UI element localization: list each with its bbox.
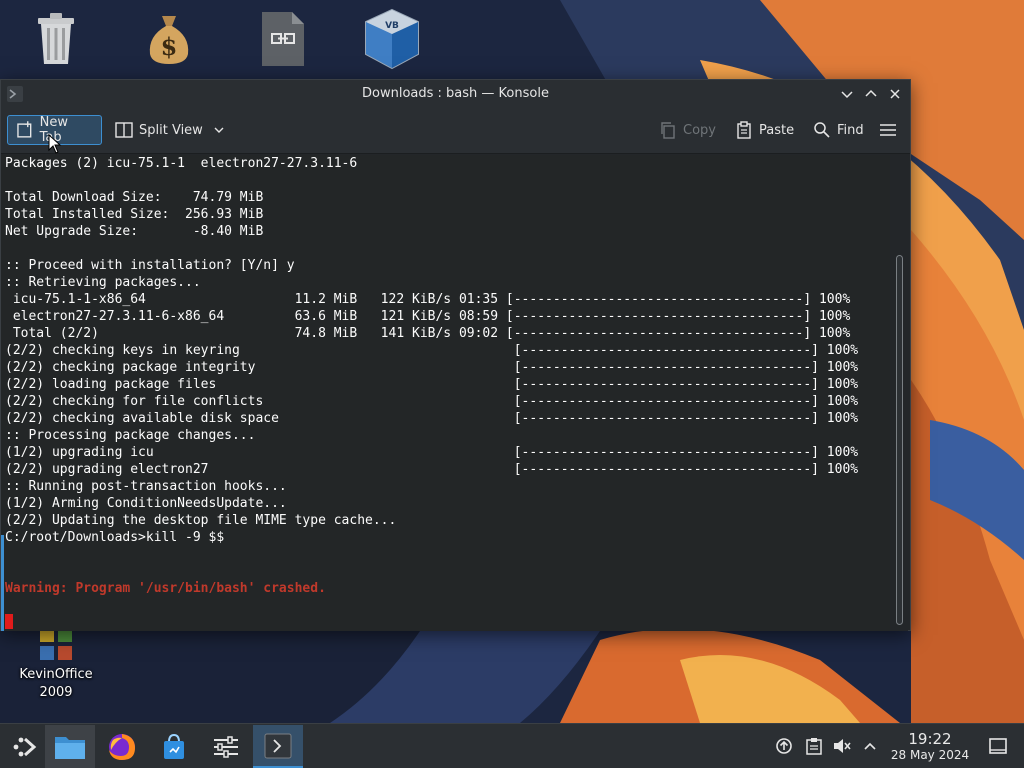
taskbar: 19:22 28 May 2024 bbox=[0, 723, 1024, 768]
tray-expand-button[interactable] bbox=[860, 736, 880, 756]
terminal-line: (2/2) Updating the desktop file MIME typ… bbox=[5, 513, 397, 528]
clipboard-icon bbox=[806, 738, 822, 755]
svg-text:VB: VB bbox=[385, 21, 399, 31]
terminal-line: Total Download Size: 74.79 MiB bbox=[5, 190, 264, 205]
terminal-line: electron27-27.3.11-6-x86_64 63.6 MiB 121… bbox=[5, 309, 851, 324]
tray-update-notifier[interactable] bbox=[774, 736, 794, 756]
terminal-line: (2/2) checking keys in keyring [--------… bbox=[5, 343, 859, 358]
terminal-cursor bbox=[5, 614, 13, 629]
konsole-window[interactable]: Downloads : bash — Konsole New Tab bbox=[0, 79, 911, 631]
terminal-line: (2/2) checking available disk space [---… bbox=[5, 411, 859, 426]
terminal-line: :: Processing package changes... bbox=[5, 428, 256, 443]
taskbar-konsole[interactable] bbox=[253, 725, 303, 768]
digital-clock[interactable]: 19:22 28 May 2024 bbox=[884, 730, 976, 763]
terminal-line: C:/root/Downloads>kill -9 $$ bbox=[5, 530, 225, 545]
terminal-line: icu-75.1-1-x86_64 11.2 MiB 122 KiB/s 01:… bbox=[5, 292, 851, 307]
terminal-scrollbar[interactable] bbox=[890, 155, 908, 631]
copy-icon bbox=[661, 122, 675, 139]
terminal-line: Total Installed Size: 256.93 MiB bbox=[5, 207, 264, 222]
chevron-up-icon bbox=[865, 89, 877, 97]
split-view-button[interactable]: Split View bbox=[107, 115, 233, 145]
tray-clipboard[interactable] bbox=[804, 736, 824, 756]
search-icon bbox=[814, 122, 830, 138]
terminal-line: Net Upgrade Size: -8.40 MiB bbox=[5, 224, 264, 239]
tray-volume[interactable] bbox=[832, 736, 852, 756]
application-launcher-button[interactable] bbox=[0, 725, 50, 768]
mouse-cursor-icon bbox=[48, 134, 62, 154]
split-view-icon bbox=[115, 122, 133, 138]
maximize-button[interactable] bbox=[862, 85, 880, 103]
taskbar-file-manager[interactable] bbox=[45, 725, 95, 768]
settings-sliders-icon bbox=[214, 735, 238, 758]
window-title: Downloads : bash — Konsole bbox=[362, 86, 549, 101]
chevron-down-icon bbox=[841, 91, 853, 99]
money-bag-icon: $ bbox=[149, 16, 189, 64]
desktop-icon-trash[interactable] bbox=[32, 10, 80, 66]
terminal-warning-line: Warning: Program '/usr/bin/bash' crashed… bbox=[5, 581, 326, 596]
terminal-line: (2/2) upgrading electron27 [------------… bbox=[5, 462, 859, 477]
terminal-line: (2/2) checking for file conflicts [-----… bbox=[5, 394, 859, 409]
paste-label: Paste bbox=[759, 122, 795, 138]
virtualbox-icon: VB bbox=[365, 8, 419, 70]
close-button[interactable] bbox=[886, 85, 904, 103]
hamburger-menu-button[interactable] bbox=[871, 115, 905, 145]
konsole-icon bbox=[264, 733, 292, 758]
desktop-icon-virtualbox[interactable]: VB bbox=[364, 8, 420, 70]
chevron-down-icon bbox=[214, 127, 224, 133]
desktop-icon-money-bag[interactable]: $ bbox=[144, 12, 194, 66]
paste-icon bbox=[737, 121, 751, 139]
trash-icon bbox=[38, 13, 74, 64]
chevron-up-icon bbox=[864, 742, 876, 750]
terminal-line: (1/2) Arming ConditionNeedsUpdate... bbox=[5, 496, 287, 511]
clock-time: 19:22 bbox=[908, 730, 952, 748]
terminal-output[interactable]: Packages (2) icu-75.1-1 electron27-27.3.… bbox=[1, 155, 890, 631]
kevinoffice-icon bbox=[40, 628, 72, 660]
copy-button[interactable]: Copy bbox=[651, 115, 724, 145]
file-link-icon bbox=[262, 12, 304, 66]
toolbar: New Tab Split View Copy bbox=[1, 108, 910, 154]
scrollbar-thumb[interactable] bbox=[896, 255, 903, 625]
clock-date: 28 May 2024 bbox=[890, 748, 970, 762]
paste-button[interactable]: Paste bbox=[727, 115, 802, 145]
launcher-icon bbox=[13, 737, 37, 756]
title-bar[interactable]: Downloads : bash — Konsole bbox=[1, 80, 910, 108]
terminal-line: Total (2/2) 74.8 MiB 141 KiB/s 09:02 [--… bbox=[5, 326, 851, 341]
terminal-line: (1/2) upgrading icu [-------------------… bbox=[5, 445, 859, 460]
svg-text:$: $ bbox=[161, 32, 178, 61]
show-desktop-icon bbox=[989, 738, 1007, 754]
find-button[interactable]: Find bbox=[805, 115, 872, 145]
taskbar-firefox[interactable] bbox=[97, 725, 147, 768]
close-icon bbox=[890, 89, 900, 99]
terminal-line: Packages (2) icu-75.1-1 electron27-27.3.… bbox=[5, 156, 358, 171]
show-desktop-button[interactable] bbox=[988, 736, 1008, 756]
terminal-line: (2/2) checking package integrity [------… bbox=[5, 360, 859, 375]
terminal-line: :: Retrieving packages... bbox=[5, 275, 201, 290]
firefox-icon bbox=[109, 733, 135, 760]
terminal-line: :: Proceed with installation? [Y/n] y bbox=[5, 258, 295, 273]
hamburger-menu-icon bbox=[880, 124, 896, 136]
update-icon bbox=[776, 738, 792, 754]
folder-icon bbox=[55, 736, 85, 759]
desktop-icon-file-link[interactable] bbox=[260, 10, 306, 68]
split-view-label: Split View bbox=[139, 122, 203, 138]
new-tab-icon bbox=[17, 121, 32, 138]
taskbar-system-settings[interactable] bbox=[201, 725, 251, 768]
find-label: Find bbox=[837, 122, 864, 138]
terminal-line: :: Running post-transaction hooks... bbox=[5, 479, 287, 494]
minimize-button[interactable] bbox=[838, 85, 856, 103]
kevinoffice-label: KevinOffice 2009 bbox=[19, 667, 93, 700]
terminal-focus-marker bbox=[1, 535, 4, 631]
desktop-icon-kevinoffice[interactable]: KevinOffice 2009 bbox=[14, 626, 98, 702]
taskbar-discover-store[interactable] bbox=[149, 725, 199, 768]
copy-label: Copy bbox=[683, 122, 716, 138]
volume-muted-icon bbox=[834, 739, 851, 753]
new-tab-button[interactable]: New Tab bbox=[7, 115, 102, 154]
store-bag-icon bbox=[164, 733, 184, 759]
terminal-line: (2/2) loading package files [-----------… bbox=[5, 377, 859, 392]
